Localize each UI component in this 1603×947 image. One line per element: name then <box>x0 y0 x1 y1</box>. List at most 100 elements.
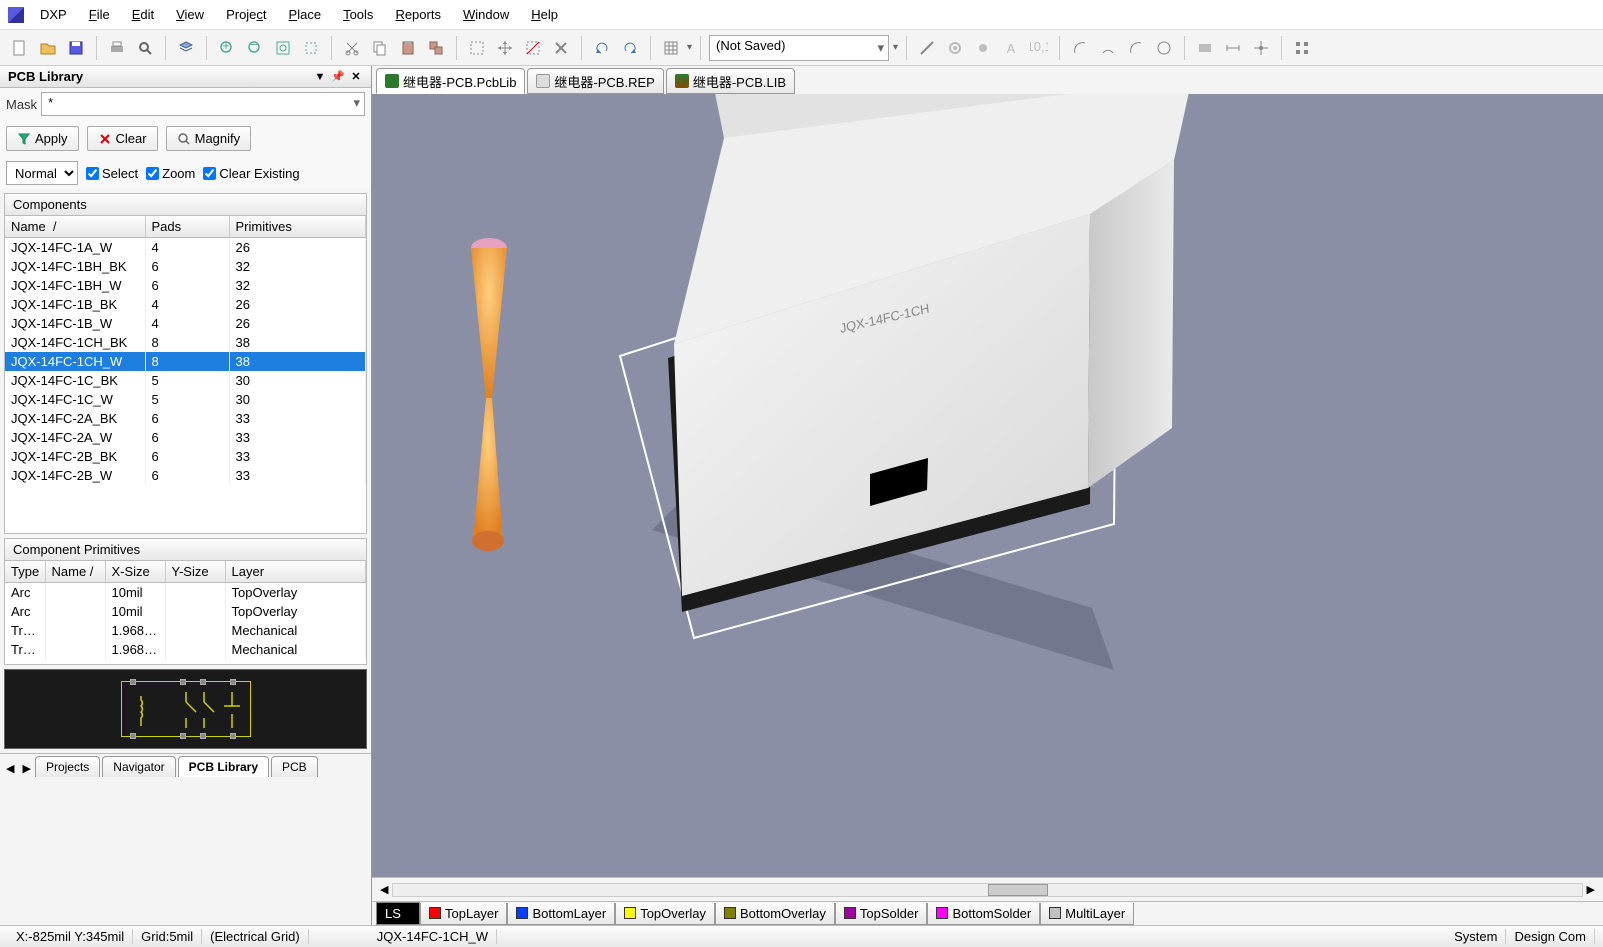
dimension-button[interactable] <box>1221 36 1245 60</box>
components-table[interactable]: Name / Pads Primitives JQX-14FC-1A_W426J… <box>4 216 367 534</box>
table-row[interactable]: Arc10milTopOverlay <box>5 583 366 603</box>
arc3-button[interactable] <box>1124 36 1148 60</box>
ls-button[interactable]: LS <box>376 902 420 925</box>
coord-tool-button[interactable]: +10,10 <box>1027 36 1051 60</box>
table-row[interactable]: Track1.968milMechanical <box>5 640 366 659</box>
doc-tab-pcblib[interactable]: 继电器-PCB.PcbLib <box>376 68 525 94</box>
move-button[interactable] <box>493 36 517 60</box>
pad-tool-button[interactable] <box>943 36 967 60</box>
pin-icon[interactable]: 📌 <box>331 70 345 84</box>
arc1-button[interactable] <box>1068 36 1092 60</box>
select-button[interactable] <box>465 36 489 60</box>
table-row[interactable]: JQX-14FC-2B_BK633 <box>5 447 366 466</box>
doc-tab-rep[interactable]: 继电器-PCB.REP <box>527 68 663 94</box>
tab-pcb[interactable]: PCB <box>271 756 318 777</box>
menu-reports[interactable]: Reports <box>385 3 451 26</box>
col-pads[interactable]: Pads <box>145 216 229 238</box>
menu-window[interactable]: Window <box>453 3 519 26</box>
deselect-button[interactable] <box>521 36 545 60</box>
scroll-right[interactable]: ▶ <box>1583 883 1599 896</box>
menu-view[interactable]: View <box>166 3 214 26</box>
table-row[interactable]: Track1.968milMechanical <box>5 621 366 640</box>
layers-button[interactable] <box>174 36 198 60</box>
array-button[interactable] <box>1290 36 1314 60</box>
dropdown-icon[interactable]: ▾ <box>687 42 692 53</box>
redo-button[interactable] <box>618 36 642 60</box>
table-row[interactable]: JQX-14FC-2A_BK633 <box>5 409 366 428</box>
menu-project[interactable]: Project <box>216 3 276 26</box>
dropdown-icon[interactable]: ▼ <box>313 70 327 84</box>
text-tool-button[interactable]: A <box>999 36 1023 60</box>
tab-pcb-library[interactable]: PCB Library <box>178 756 269 777</box>
table-row[interactable]: Arc10milTopOverlay <box>5 602 366 621</box>
layer-tab[interactable]: TopLayer <box>420 903 507 925</box>
rect-button[interactable] <box>1193 36 1217 60</box>
new-doc-button[interactable] <box>8 36 32 60</box>
col-layer[interactable]: Layer <box>225 561 366 583</box>
origin-button[interactable] <box>1249 36 1273 60</box>
tabs-next[interactable]: ▶ <box>18 760 34 777</box>
undo-button[interactable] <box>590 36 614 60</box>
layer-tab[interactable]: MultiLayer <box>1040 903 1134 925</box>
clear-existing-checkbox[interactable]: Clear Existing <box>203 166 299 181</box>
hscroll[interactable] <box>392 883 1582 897</box>
col-xsize[interactable]: X-Size <box>105 561 165 583</box>
zoom-checkbox[interactable]: Zoom <box>146 166 195 181</box>
zoom-in-button[interactable]: + <box>215 36 239 60</box>
layer-tab[interactable]: TopSolder <box>835 903 928 925</box>
zoom-out-button[interactable]: − <box>243 36 267 60</box>
print-button[interactable] <box>105 36 129 60</box>
table-row[interactable]: JQX-14FC-1B_W426 <box>5 314 366 333</box>
menu-dxp[interactable]: DXP <box>30 3 77 26</box>
layer-tab[interactable]: BottomLayer <box>507 903 615 925</box>
table-row[interactable]: JQX-14FC-2A_W633 <box>5 428 366 447</box>
grid-button[interactable] <box>659 36 683 60</box>
save-button[interactable] <box>64 36 88 60</box>
saved-state-dropdown[interactable]: (Not Saved) <box>709 35 889 61</box>
arc2-button[interactable] <box>1096 36 1120 60</box>
paste-button[interactable] <box>396 36 420 60</box>
tabs-prev[interactable]: ◀ <box>2 760 18 777</box>
status-design[interactable]: Design Com <box>1506 929 1595 944</box>
mode-select[interactable]: Normal <box>6 161 78 185</box>
duplicate-button[interactable] <box>424 36 448 60</box>
3d-canvas[interactable]: JQX-14FC-1CH <box>372 94 1603 877</box>
scroll-left[interactable]: ◀ <box>376 883 392 896</box>
col-primitives[interactable]: Primitives <box>229 216 366 238</box>
via-tool-button[interactable] <box>971 36 995 60</box>
doc-tab-lib[interactable]: 继电器-PCB.LIB <box>666 68 795 94</box>
table-row[interactable]: JQX-14FC-1A_W426 <box>5 238 366 258</box>
magnify-button[interactable]: Magnify <box>166 126 252 151</box>
zoom-fit-button[interactable] <box>271 36 295 60</box>
table-row[interactable]: JQX-14FC-1B_BK426 <box>5 295 366 314</box>
table-row[interactable]: JQX-14FC-1C_BK530 <box>5 371 366 390</box>
preview-button[interactable] <box>133 36 157 60</box>
circle-button[interactable] <box>1152 36 1176 60</box>
copy-button[interactable] <box>368 36 392 60</box>
table-row[interactable]: JQX-14FC-1BH_BK632 <box>5 257 366 276</box>
line-tool-button[interactable] <box>915 36 939 60</box>
mask-input[interactable]: * <box>41 92 365 116</box>
col-ysize[interactable]: Y-Size <box>165 561 225 583</box>
select-checkbox[interactable]: Select <box>86 166 138 181</box>
cut-button[interactable] <box>340 36 364 60</box>
menu-file[interactable]: File <box>79 3 120 26</box>
tab-navigator[interactable]: Navigator <box>102 756 175 777</box>
clear-button[interactable]: Clear <box>87 126 158 151</box>
table-row[interactable]: JQX-14FC-1BH_W632 <box>5 276 366 295</box>
tab-projects[interactable]: Projects <box>35 756 100 777</box>
clear-button[interactable] <box>549 36 573 60</box>
menu-tools[interactable]: Tools <box>333 3 383 26</box>
status-system[interactable]: System <box>1446 929 1506 944</box>
table-row[interactable]: JQX-14FC-1C_W530 <box>5 390 366 409</box>
apply-button[interactable]: Apply <box>6 126 79 151</box>
table-row[interactable]: JQX-14FC-1CH_BK838 <box>5 333 366 352</box>
menu-edit[interactable]: Edit <box>122 3 164 26</box>
dropdown-icon[interactable]: ▾ <box>893 42 898 53</box>
zoom-sel-button[interactable] <box>299 36 323 60</box>
layer-tab[interactable]: TopOverlay <box>615 903 715 925</box>
col-type[interactable]: Type <box>5 561 45 583</box>
layer-tab[interactable]: BottomOverlay <box>715 903 835 925</box>
open-button[interactable] <box>36 36 60 60</box>
menu-help[interactable]: Help <box>521 3 568 26</box>
